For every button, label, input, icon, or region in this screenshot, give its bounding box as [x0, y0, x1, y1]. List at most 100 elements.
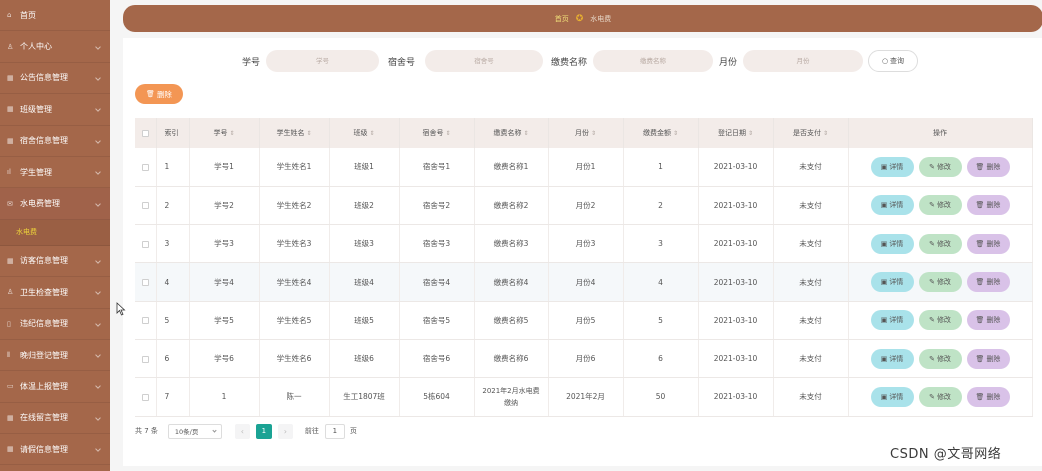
select-all-checkbox[interactable]	[141, 129, 149, 137]
sort-icon[interactable]: ⇕	[823, 130, 828, 137]
detail-button[interactable]: ▣ 详情	[870, 386, 914, 407]
breadcrumb-home[interactable]: 首页	[555, 14, 569, 24]
cell-value: 学号5	[214, 315, 234, 325]
detail-icon: ▣	[880, 278, 888, 287]
cell-value: 缴费名称3	[493, 239, 529, 249]
cell-value: 学生姓名2	[276, 200, 312, 210]
edit-button[interactable]: ✎ 修改	[918, 156, 962, 177]
sidebar-item-13[interactable]: ▦ 请假信息管理	[0, 434, 110, 466]
sidebar-item-5[interactable]: ıl 学生管理	[0, 157, 110, 189]
search-button[interactable]: ○ 查询	[868, 50, 918, 72]
detail-button[interactable]: ▣ 详情	[870, 272, 914, 293]
row-checkbox[interactable]	[141, 317, 149, 325]
row-checkbox[interactable]	[141, 393, 149, 401]
sort-icon[interactable]: ⇕	[673, 130, 678, 137]
sort-icon[interactable]: ⇕	[369, 130, 374, 137]
edit-button[interactable]: ✎ 修改	[918, 272, 962, 293]
edit-button[interactable]: ✎ 修改	[918, 195, 962, 216]
column-header-label[interactable]: 月份	[575, 129, 589, 137]
batch-delete-button[interactable]: 🗑 删除	[135, 84, 183, 104]
page-size-select[interactable]: 10条/页	[167, 423, 222, 439]
edit-button[interactable]: ✎ 修改	[918, 348, 962, 369]
sort-icon[interactable]: ⇕	[523, 130, 528, 137]
actions-cell: ▣ 详情 ✎ 修改 🗑 删除	[848, 148, 1033, 187]
cell-value: 缴费名称5	[493, 315, 529, 325]
sidebar-item-2[interactable]: ▦ 公告信息管理	[0, 63, 110, 95]
sidebar-item-9[interactable]: ▯ 违纪信息管理	[0, 309, 110, 340]
delete-button[interactable]: 🗑 删除	[966, 156, 1010, 177]
table-cell: 班级4	[329, 262, 400, 302]
row-checkbox[interactable]	[141, 163, 149, 171]
sidebar-item-1[interactable]: ♙ 个人中心	[0, 31, 110, 63]
sort-icon[interactable]: ⇕	[229, 130, 234, 137]
sidebar-item-4[interactable]: ▦ 宿舍信息管理	[0, 126, 110, 157]
detail-button[interactable]: ▣ 详情	[870, 233, 914, 254]
detail-button[interactable]: ▣ 详情	[870, 348, 914, 369]
sidebar-item-label: 个人中心	[20, 42, 52, 52]
prev-page-button[interactable]: ‹	[234, 423, 250, 439]
page-1-button[interactable]: 1	[255, 423, 272, 439]
sidebar-item-0[interactable]: ⌂ 首页	[0, 0, 110, 32]
search-input-student-id[interactable]: 学号	[266, 50, 379, 72]
column-header-label[interactable]: 是否支付	[793, 129, 821, 137]
delete-button[interactable]: 🗑 删除	[966, 310, 1010, 331]
row-checkbox[interactable]	[141, 240, 149, 248]
edit-button[interactable]: ✎ 修改	[918, 386, 962, 407]
column-header-label[interactable]: 缴费金额	[643, 129, 671, 137]
column-header-label[interactable]: 学号	[213, 129, 227, 137]
row-checkbox[interactable]	[141, 355, 149, 363]
cell-value: 1	[221, 392, 227, 402]
search-input-month[interactable]: 月份	[743, 50, 863, 72]
sidebar-subitem-water-fee[interactable]: 水电费	[0, 219, 110, 246]
sort-icon[interactable]: ⇕	[748, 130, 753, 137]
search-input-fee-name[interactable]: 缴费名称	[593, 50, 713, 72]
delete-button[interactable]: 🗑 删除	[966, 272, 1010, 293]
home-icon: ⌂	[7, 11, 12, 20]
edit-button[interactable]: ✎ 修改	[918, 310, 962, 331]
row-checkbox[interactable]	[141, 279, 149, 287]
delete-button[interactable]: 🗑 删除	[966, 233, 1010, 254]
trash-icon: 🗑	[975, 354, 985, 363]
edit-button[interactable]: ✎ 修改	[918, 233, 962, 254]
delete-button[interactable]: 🗑 删除	[966, 348, 1010, 369]
delete-button[interactable]: 🗑 删除	[966, 386, 1010, 407]
sort-icon[interactable]: ⇕	[306, 130, 311, 137]
sidebar-item-10[interactable]: ⫴ 晚归登记管理	[0, 340, 110, 372]
chevron-down-icon	[95, 320, 101, 327]
sort-icon[interactable]: ⇕	[445, 130, 450, 137]
sidebar-item-3[interactable]: ▦ 班级管理	[0, 94, 110, 126]
table-cell: 未支付	[773, 262, 849, 302]
sidebar-item-11[interactable]: ▭ 体温上报管理	[0, 371, 110, 403]
row-checkbox[interactable]	[141, 202, 149, 210]
cell-value: 班级6	[354, 354, 374, 364]
chart-icon: ıl	[7, 168, 11, 177]
column-header-label[interactable]: 缴费名称	[493, 129, 521, 137]
table-cell: 缴费名称5	[474, 301, 549, 340]
sidebar-item-12[interactable]: ▦ 在线留言管理	[0, 403, 110, 435]
row-actions: ▣ 详情 ✎ 修改 🗑 删除	[849, 195, 1032, 216]
column-header-label[interactable]: 班级	[353, 129, 367, 137]
column-header-label[interactable]: 学生姓名	[276, 129, 304, 137]
column-header-label[interactable]: 宿舍号	[422, 129, 443, 137]
cell-value: 生工1807班	[343, 392, 385, 402]
detail-button[interactable]: ▣ 详情	[870, 310, 914, 331]
sort-icon[interactable]: ⇕	[591, 130, 596, 137]
goto-label: 前往	[304, 427, 319, 435]
cell-value: 月份6	[575, 354, 596, 364]
page-size-value: 10条/页	[174, 428, 199, 436]
sidebar-item-7[interactable]: ▦ 访客信息管理	[0, 246, 110, 278]
sidebar-item-6[interactable]: ✉ 水电费管理	[0, 188, 110, 220]
sidebar-item-8[interactable]: ♙ 卫生检查管理	[0, 277, 110, 309]
detail-button[interactable]: ▣ 详情	[870, 195, 914, 216]
table-cell: 2	[156, 186, 190, 226]
table-cell: 2021-03-10	[698, 224, 774, 264]
detail-button[interactable]: ▣ 详情	[870, 156, 914, 177]
table-cell: 未支付	[773, 148, 849, 187]
goto-page-input[interactable]: 1	[324, 423, 345, 439]
delete-button[interactable]: 🗑 删除	[966, 195, 1010, 216]
table-cell: 宿舍号3	[399, 224, 475, 264]
search-input-dorm[interactable]: 宿舍号	[425, 50, 543, 72]
column-header-label[interactable]: 登记日期	[718, 129, 746, 137]
next-page-button[interactable]: ›	[277, 423, 293, 439]
table-cell: 5	[623, 301, 699, 340]
